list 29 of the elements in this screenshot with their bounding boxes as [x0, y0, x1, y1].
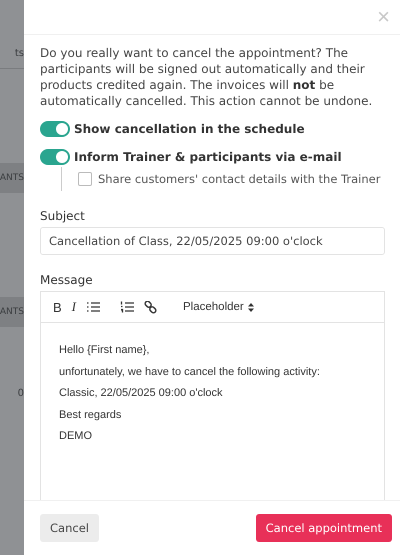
backdrop-text: 0 — [18, 388, 24, 398]
field-label: Subject — [40, 209, 86, 223]
backdrop-text: ANTS — [0, 307, 24, 317]
sort-caret-icon — [248, 302, 254, 312]
bullet-list-icon[interactable] — [86, 301, 100, 313]
bold-button[interactable]: B — [53, 300, 62, 314]
cancel-button[interactable]: Cancel — [40, 514, 99, 542]
checkbox[interactable] — [78, 172, 92, 186]
italic-button[interactable]: I — [72, 299, 76, 315]
warning-text: Do you really want to cancel the appointment? The participants will be signed out automatically and their products credited again. The invoices will not be automatically cancelled. This action cannot be undone. — [40, 45, 374, 109]
cancel-appointment-button[interactable]: Cancel appointment — [256, 514, 392, 542]
message-line: unfortunately, we have to cancel the following activity: — [59, 364, 321, 378]
message-line: Best regards — [59, 408, 122, 422]
placeholder-dropdown[interactable]: Placeholder — [183, 301, 254, 313]
toggle-label: Inform Trainer & participants via e-mail — [74, 150, 342, 164]
toggle-label: Show cancellation in the schedule — [74, 122, 305, 136]
toggle-switch[interactable] — [40, 121, 70, 137]
field-label: Message — [40, 273, 94, 287]
subject-field[interactable]: Cancellation of Class, 22/05/2025 09:00 o'clock — [40, 227, 385, 255]
backdrop-text: ts — [14, 48, 24, 58]
message-line: DEMO — [59, 429, 93, 443]
checkbox-label: Share customers' contact details with the Trainer — [98, 172, 380, 186]
backdrop-text: ANTS — [0, 173, 24, 183]
message-line: Hello {First name}, — [59, 343, 150, 357]
message-line: Classic, 22/05/2025 09:00 o'clock — [59, 386, 224, 400]
numbered-list-icon[interactable] — [120, 301, 134, 313]
toggle-switch[interactable] — [40, 149, 70, 165]
link-icon[interactable] — [144, 300, 158, 314]
message-editor[interactable]: B I Placeholder Hello {First name}, unfortunately, we have to cancel the following activity: Classic, 22/05/2025 09:00 o'clock Best regards DEMO — [40, 291, 385, 500]
